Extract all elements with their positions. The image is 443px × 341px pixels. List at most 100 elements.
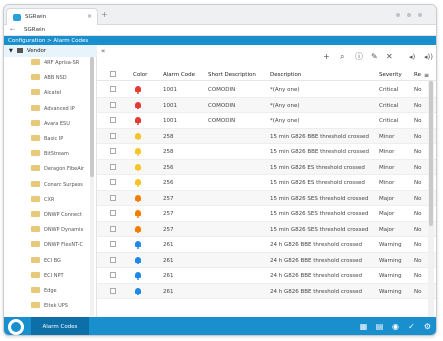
sidebar-item[interactable]: 4RF Aprisa-SR <box>31 59 91 71</box>
table-row[interactable]: 256 15 min G826 ES threshold crossed Minor… <box>97 159 436 175</box>
sidebar: ▼ Vendor 4RF Aprisa-SR ABB NSD Alcatel Advan… <box>4 45 97 324</box>
alarm-code: 261 <box>163 242 174 248</box>
table-row[interactable]: 261 24 h G826 BBE threshold crossed Warnin… <box>97 268 436 284</box>
alarm-codes-tab[interactable]: Alarm Codes <box>31 317 89 335</box>
close-window-icon[interactable] <box>418 13 422 17</box>
row-checkbox[interactable] <box>110 132 116 139</box>
col-re[interactable]: Re <box>414 72 421 78</box>
table-row[interactable]: 1001 COMODIN *(Any one) Critical No <box>97 113 436 129</box>
row-checkbox[interactable] <box>110 194 116 201</box>
table-row[interactable]: 1001 COMODIN *(Any one) Critical No <box>97 97 436 113</box>
add-icon[interactable]: + <box>323 53 330 61</box>
table-row[interactable]: 258 15 min G826 BBE threshold crossed Mino… <box>97 128 436 144</box>
sidebar-item[interactable]: DNWP Connect <box>31 211 91 223</box>
column-menu-icon[interactable]: ≡ <box>424 72 429 79</box>
sidebar-item[interactable]: DNWP FlexNT-C <box>31 241 91 253</box>
table-scrollbar[interactable] <box>428 81 434 317</box>
sidebar-item[interactable]: Basic IP <box>31 135 91 147</box>
sidebar-item[interactable]: Avara ESU <box>31 119 91 132</box>
row-checkbox[interactable] <box>110 148 116 154</box>
collapse-sidebar-icon[interactable]: « <box>101 47 105 55</box>
sidebar-item[interactable]: ECI BG <box>31 256 91 269</box>
table-row[interactable]: 258 15 min G826 BBE threshold crossed Mino… <box>97 144 436 160</box>
maximize-icon[interactable] <box>407 13 411 17</box>
row-checkbox[interactable] <box>110 256 116 263</box>
address-bar[interactable]: ← SGRwin <box>4 25 436 36</box>
row-checkbox[interactable] <box>110 101 116 108</box>
row-checkbox[interactable] <box>110 241 116 247</box>
sidebar-item-label: ECI BG <box>44 257 61 264</box>
grid-icon[interactable]: ▤ <box>375 322 384 331</box>
layers-icon[interactable]: ▦ <box>359 322 368 331</box>
row-checkbox[interactable] <box>110 287 116 294</box>
browser-chrome: SGRwin × + <box>4 5 436 25</box>
table-scroll-thumb[interactable] <box>429 81 433 226</box>
alarm-code: 258 <box>163 149 174 155</box>
sidebar-item-label: Edge <box>44 288 57 294</box>
col-color[interactable]: Color <box>133 72 147 78</box>
table-row[interactable]: 261 24 h G826 BBE threshold crossed Warnin… <box>97 237 436 253</box>
severity: Warning <box>379 273 402 279</box>
select-all-checkbox[interactable] <box>110 71 116 77</box>
re-value: No <box>414 288 422 295</box>
col-severity[interactable]: Severity <box>379 72 402 78</box>
minimize-icon[interactable] <box>396 13 400 17</box>
settings-icon[interactable]: ⚙ <box>423 322 432 331</box>
sidebar-item[interactable]: BitStream <box>31 150 91 162</box>
sidebar-item[interactable]: Edge <box>31 287 91 299</box>
sidebar-item[interactable]: DNWP Dynamix <box>31 226 91 238</box>
table-row[interactable]: 257 15 min G826 SES threshold crossed Majo… <box>97 190 436 206</box>
row-checkbox[interactable] <box>110 210 116 216</box>
table-row[interactable]: 261 24 h G826 BBE threshold crossed Warnin… <box>97 252 436 268</box>
row-checkbox[interactable] <box>110 163 116 170</box>
sidebar-item[interactable]: ABB NSD <box>31 74 91 86</box>
col-description[interactable]: Description <box>270 72 301 78</box>
table-row[interactable]: 257 15 min G826 SES threshold crossed Majo… <box>97 206 436 222</box>
sidebar-item[interactable]: CXR <box>31 195 91 208</box>
sidebar-item[interactable]: Deragon FibeAir <box>31 165 91 177</box>
table-row[interactable]: 1001 COMODIN *(Any one) Critical No <box>97 82 436 98</box>
row-checkbox[interactable] <box>110 225 116 232</box>
app-logo-icon[interactable] <box>8 319 24 335</box>
row-checkbox[interactable] <box>110 179 116 185</box>
bell-icon[interactable]: ◉ <box>391 322 400 331</box>
re-value: No <box>414 226 422 233</box>
table-row[interactable]: 257 15 min G826 SES threshold crossed Majo… <box>97 221 436 237</box>
row-checkbox[interactable] <box>110 272 116 278</box>
sidebar-item[interactable]: Alcatel <box>31 89 91 101</box>
sidebar-item[interactable]: Advanced IP <box>31 104 91 117</box>
re-value: No <box>414 273 422 279</box>
volume-up-icon[interactable]: ◂)) <box>424 53 433 61</box>
col-alarm-code[interactable]: Alarm Code <box>163 72 195 78</box>
close-icon[interactable]: ✕ <box>386 53 393 61</box>
folder-icon <box>31 271 40 278</box>
sidebar-scroll-thumb[interactable] <box>90 57 94 177</box>
sidebar-item[interactable]: Eltek UPS <box>31 302 91 314</box>
new-tab-icon[interactable]: + <box>101 10 108 19</box>
alarm-bell-icon <box>135 179 141 187</box>
row-checkbox[interactable] <box>110 117 116 123</box>
description: 24 h G826 BBE threshold crossed <box>270 273 363 279</box>
check-icon[interactable]: ✓ <box>407 322 416 331</box>
description: 24 h G826 BBE threshold crossed <box>270 257 363 264</box>
sidebar-root[interactable]: ▼ Vendor <box>4 45 97 57</box>
sidebar-scrollbar[interactable] <box>90 57 94 316</box>
alarm-bell-icon <box>135 132 141 140</box>
back-icon[interactable]: ← <box>10 26 15 33</box>
alarm-bell-icon <box>135 241 141 249</box>
sidebar-item[interactable]: Conarc Surpass <box>31 180 91 193</box>
description: 15 min G826 BBE threshold crossed <box>270 149 369 155</box>
volume-down-icon[interactable]: ◂) <box>409 53 415 61</box>
browser-tab[interactable]: SGRwin × <box>6 8 98 25</box>
table-row[interactable]: 256 15 min G826 ES threshold crossed Minor… <box>97 175 436 191</box>
description: *(Any one) <box>270 102 300 109</box>
info-icon[interactable]: ⓘ <box>355 53 363 61</box>
sidebar-item-label: Conarc Surpass <box>44 181 83 188</box>
col-short-description[interactable]: Short Description <box>208 72 256 78</box>
search-icon[interactable]: ⌕ <box>340 53 344 61</box>
sidebar-item[interactable]: ECI NPT <box>31 271 91 284</box>
row-checkbox[interactable] <box>110 86 116 92</box>
close-tab-icon[interactable]: × <box>87 13 92 20</box>
table-row[interactable]: 261 24 h G826 BBE threshold crossed Warnin… <box>97 283 436 299</box>
edit-icon[interactable]: ✎ <box>371 53 378 61</box>
